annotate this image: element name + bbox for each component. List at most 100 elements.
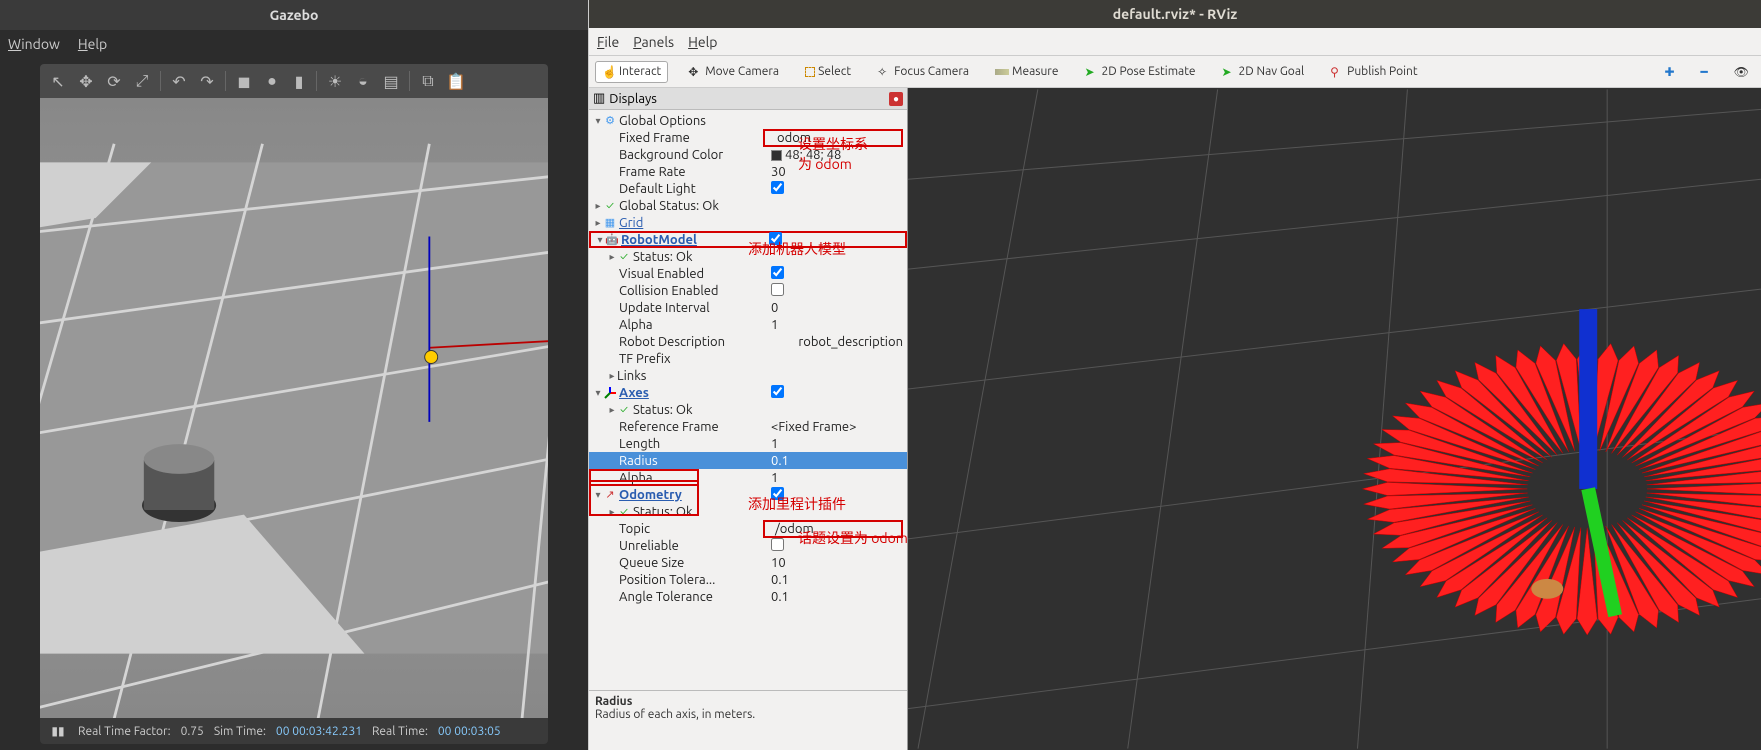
angtol-label: Angle Tolerance — [619, 590, 713, 604]
arrow-icon[interactable]: ↖ — [46, 69, 70, 93]
topic-value[interactable]: /odom — [763, 520, 903, 538]
robotdesc-value[interactable]: robot_description — [790, 335, 903, 349]
check-icon: ✓ — [617, 505, 631, 519]
expand-icon[interactable]: ▸ — [593, 200, 603, 212]
measure-button[interactable]: Measure — [989, 62, 1064, 81]
ruler-icon — [995, 69, 1009, 75]
alpha2-value[interactable]: 1 — [763, 471, 903, 485]
box-icon[interactable]: ◼ — [232, 69, 256, 93]
focus-camera-button[interactable]: ✧Focus Camera — [871, 62, 975, 82]
odometry-item[interactable]: Odometry — [619, 488, 682, 502]
framerate-value[interactable]: 30 — [763, 165, 903, 179]
expand-icon[interactable]: ▾ — [595, 234, 605, 246]
rviz-3d-viewport[interactable] — [908, 88, 1761, 750]
axes-checkbox[interactable] — [771, 385, 784, 398]
expand-icon[interactable]: ▸ — [607, 370, 617, 382]
expand-icon[interactable]: ▸ — [607, 404, 617, 416]
robot-status-item[interactable]: Status: Ok — [633, 250, 693, 264]
postol-value[interactable]: 0.1 — [763, 573, 903, 587]
queue-label: Queue Size — [619, 556, 684, 570]
gazebo-menubar: Window Help — [0, 30, 588, 58]
expand-icon[interactable]: ▾ — [593, 387, 603, 399]
move-camera-button[interactable]: ✥Move Camera — [682, 62, 785, 82]
move-icon: ✥ — [688, 65, 702, 79]
cylinder-icon[interactable]: ▮ — [288, 69, 310, 93]
select-button[interactable]: Select — [799, 62, 857, 81]
gazebo-viewport[interactable] — [40, 98, 548, 718]
bgcolor-label: Background Color — [619, 148, 723, 162]
interact-button[interactable]: ☝Interact — [595, 61, 668, 83]
menu-file[interactable]: File — [597, 34, 619, 50]
collision-enabled-checkbox[interactable] — [771, 283, 784, 296]
axes-item[interactable]: Axes — [619, 386, 649, 400]
menu-window[interactable]: Window — [8, 36, 60, 52]
global-status-item[interactable]: Global Status: Ok — [619, 199, 719, 213]
nav-goal-button[interactable]: ➤2D Nav Goal — [1216, 62, 1311, 82]
expand-icon[interactable]: ▸ — [593, 217, 603, 229]
add-button[interactable]: ✚ — [1658, 62, 1680, 82]
expand-icon[interactable]: ▾ — [593, 115, 603, 127]
expand-icon[interactable]: ▾ — [593, 489, 603, 501]
refframe-value[interactable]: <Fixed Frame> — [763, 420, 903, 434]
light-dir-icon[interactable]: ▤ — [379, 69, 403, 93]
pause-icon[interactable]: ▮▮ — [48, 721, 68, 741]
copy-icon[interactable]: ⧉ — [416, 69, 440, 93]
displays-tree[interactable]: ▾⚙Global Options Fixed Frameodom Backgro… — [589, 110, 907, 690]
visual-enabled-checkbox[interactable] — [771, 266, 784, 279]
gazebo-toolbar: ↖ ✥ ⟳ ⤢ ↶ ↷ ◼ ● ▮ ☀ ◒ ▤ ⧉ 📋 — [40, 64, 548, 98]
links-item[interactable]: Links — [617, 369, 646, 383]
update-interval-value[interactable]: 0 — [763, 301, 903, 315]
close-icon[interactable]: ● — [889, 92, 903, 106]
robotmodel-item[interactable]: RobotModel — [621, 233, 697, 247]
odometry-checkbox[interactable] — [771, 487, 784, 500]
displays-header[interactable]: ▥ Displays ● — [589, 88, 907, 110]
bgcolor-value[interactable]: 48; 48; 48 — [763, 148, 903, 162]
unreliable-label: Unreliable — [619, 539, 679, 553]
axes-status-item[interactable]: Status: Ok — [633, 403, 693, 417]
check-icon: ✓ — [617, 250, 631, 264]
move-icon[interactable]: ✥ — [74, 69, 98, 93]
light-spot-icon[interactable]: ◒ — [351, 69, 375, 93]
angtol-value[interactable]: 0.1 — [763, 590, 903, 604]
arrow-green-icon: ➤ — [1084, 65, 1098, 79]
global-options-item[interactable]: Global Options — [619, 114, 706, 128]
remove-button[interactable]: ━ — [1695, 62, 1714, 82]
desc-text: Radius of each axis, in meters. — [595, 708, 901, 721]
length-value[interactable]: 1 — [763, 437, 903, 451]
rotate-icon[interactable]: ⟳ — [102, 69, 126, 93]
menu-panels[interactable]: Panels — [633, 34, 674, 50]
paste-icon[interactable]: 📋 — [444, 69, 468, 93]
update-interval-label: Update Interval — [619, 301, 710, 315]
rviz-title: default.rviz* - RViz — [589, 0, 1761, 28]
undo-icon[interactable]: ↶ — [167, 69, 191, 93]
grid-item[interactable]: Grid — [619, 216, 643, 230]
grid-icon: ▦ — [603, 216, 617, 230]
radius-value[interactable]: 0.1 — [763, 454, 903, 468]
check-icon: ✓ — [617, 403, 631, 417]
pose-estimate-button[interactable]: ➤2D Pose Estimate — [1078, 62, 1201, 82]
rtf-label: Real Time Factor: — [78, 725, 171, 738]
collision-enabled-label: Collision Enabled — [619, 284, 719, 298]
alpha-value[interactable]: 1 — [763, 318, 903, 332]
rviz-toolbar: ☝Interact ✥Move Camera Select ✧Focus Cam… — [589, 56, 1761, 88]
menu-help[interactable]: Help — [688, 34, 717, 50]
sphere-icon[interactable]: ● — [260, 69, 284, 93]
robotmodel-checkbox[interactable] — [769, 232, 782, 245]
framerate-label: Frame Rate — [619, 165, 686, 179]
topic-label: Topic — [619, 522, 650, 536]
scale-icon[interactable]: ⤢ — [130, 69, 154, 93]
expand-icon[interactable]: ▸ — [607, 506, 617, 518]
fixed-frame-value[interactable]: odom — [763, 129, 903, 147]
unreliable-checkbox[interactable] — [771, 538, 784, 551]
publish-point-button[interactable]: ⚲Publish Point — [1324, 62, 1423, 82]
eye-icon[interactable]: 👁 — [1728, 62, 1755, 82]
robotdesc-label: Robot Description — [619, 335, 725, 349]
odom-status-item[interactable]: Status: Ok — [633, 505, 693, 519]
redo-icon[interactable]: ↷ — [195, 69, 219, 93]
simtime-label: Sim Time: — [214, 725, 266, 738]
menu-help[interactable]: Help — [78, 36, 107, 52]
light-point-icon[interactable]: ☀ — [323, 69, 347, 93]
defaultlight-checkbox[interactable] — [771, 181, 784, 194]
queue-value[interactable]: 10 — [763, 556, 903, 570]
expand-icon[interactable]: ▸ — [607, 251, 617, 263]
